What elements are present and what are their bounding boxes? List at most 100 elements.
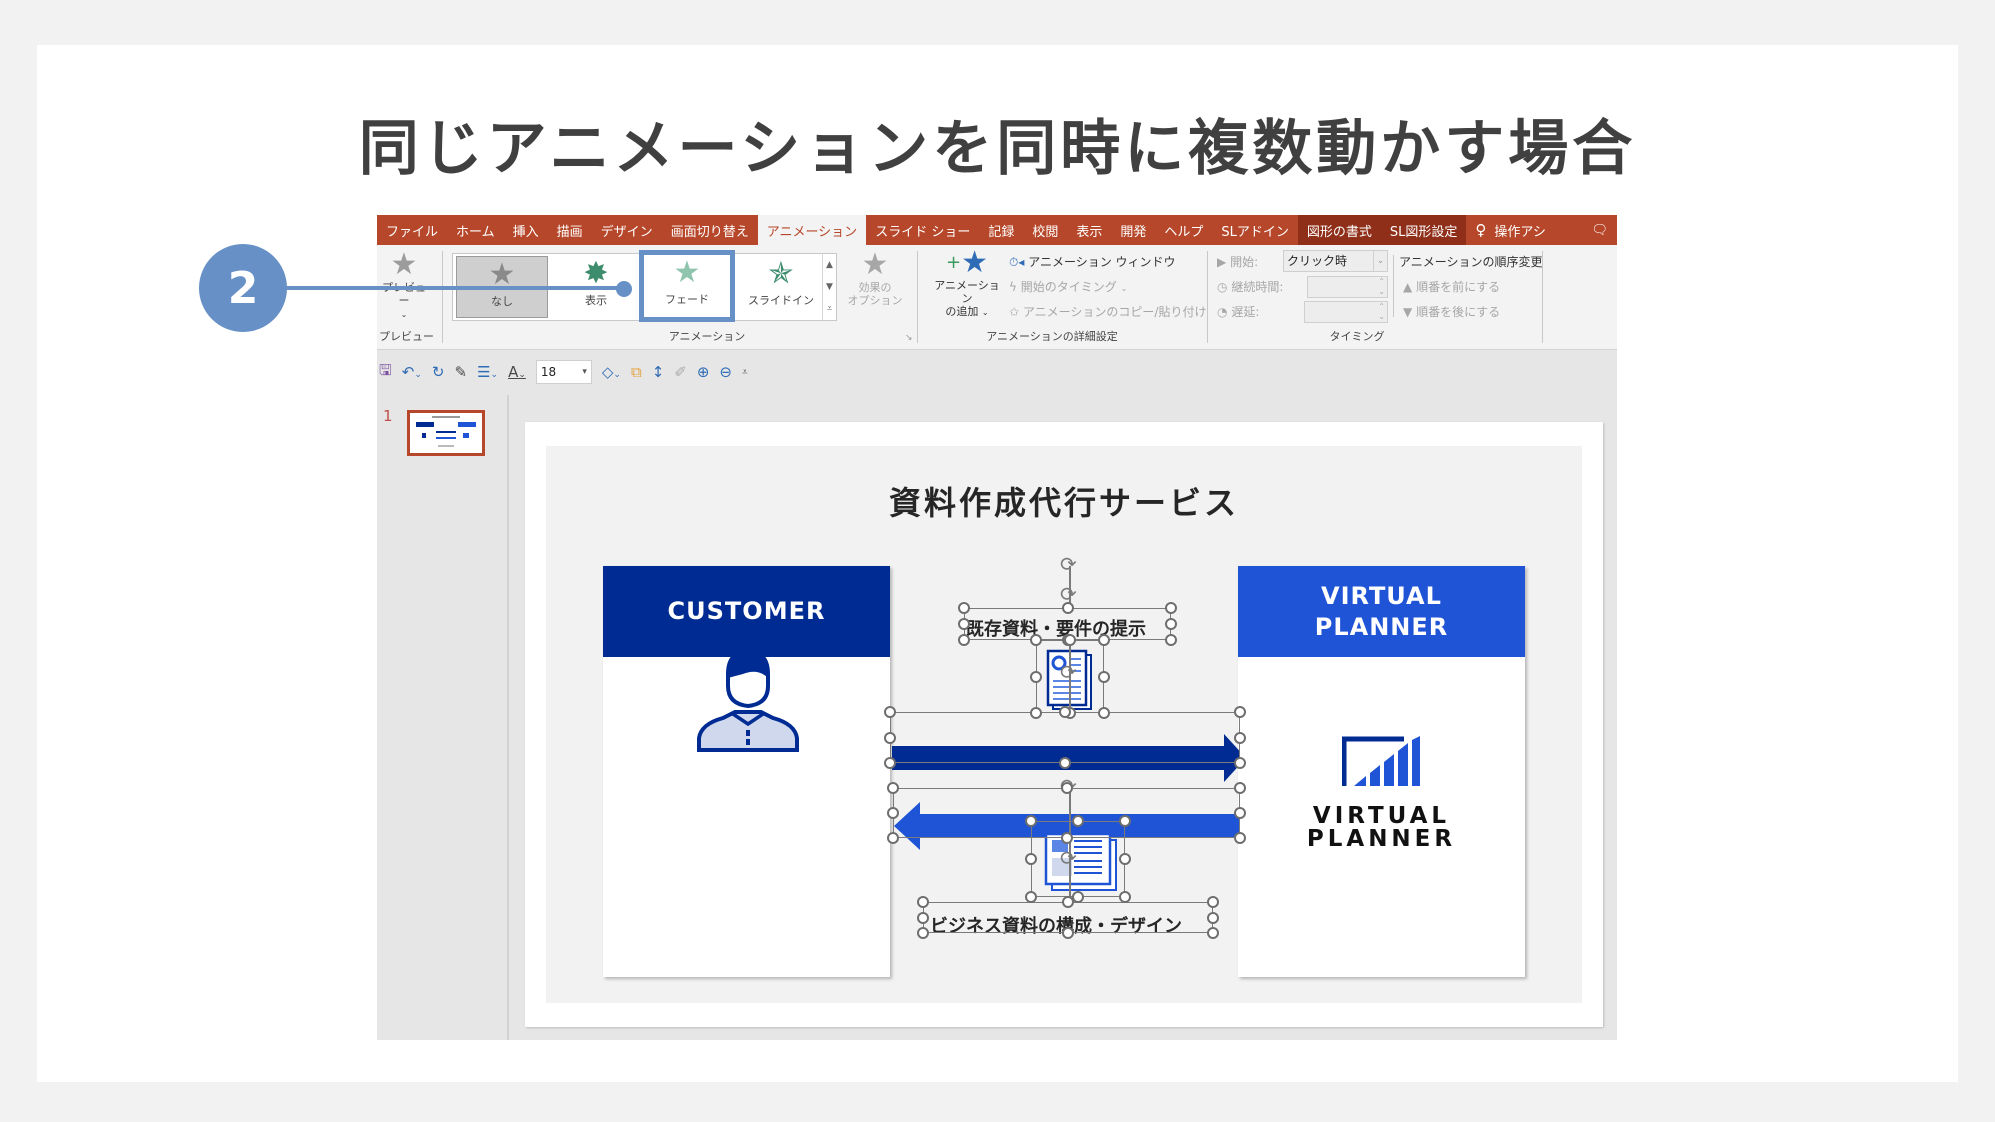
resize-handle[interactable]: [1207, 896, 1219, 908]
resize-handle[interactable]: [884, 706, 896, 718]
resize-handle[interactable]: [1060, 782, 1073, 794]
resize-handle[interactable]: [1234, 782, 1246, 794]
ribbon-tab[interactable]: スライド ショー: [866, 215, 979, 245]
resize-handle[interactable]: [958, 602, 970, 614]
ribbon-tab[interactable]: ファイル: [377, 215, 447, 245]
shapes-icon[interactable]: ◇⌄: [602, 363, 621, 381]
resize-handle[interactable]: [1025, 815, 1037, 827]
gallery-scroll-up[interactable]: ▲: [822, 254, 836, 276]
ribbon-tab[interactable]: アニメーション: [757, 215, 867, 245]
tell-me-search[interactable]: ♀ 操作アシ: [1466, 215, 1554, 245]
gallery-item-fade[interactable]: ★ フェード: [639, 250, 735, 322]
resize-handle[interactable]: [1059, 706, 1071, 718]
rotate-handle-icon[interactable]: ⟳: [1060, 584, 1077, 604]
resize-handle[interactable]: [958, 634, 970, 646]
ribbon-tab[interactable]: ホーム: [447, 215, 504, 245]
resize-handle[interactable]: [958, 618, 970, 630]
comment-icon[interactable]: 🗨: [1582, 215, 1617, 245]
ribbon-tab[interactable]: 開発: [1111, 215, 1155, 245]
resize-handle[interactable]: [1165, 602, 1177, 614]
zoom-out-icon[interactable]: ⊖: [719, 363, 732, 381]
text-height-icon[interactable]: ↕: [652, 363, 665, 381]
resize-handle[interactable]: [1234, 757, 1246, 769]
rotate-handle-icon[interactable]: ⟳: [1060, 662, 1077, 682]
ribbon-tab[interactable]: 描画: [548, 215, 592, 245]
font-color-icon[interactable]: A⌄: [508, 363, 526, 381]
resize-handle[interactable]: [1064, 634, 1076, 646]
resize-handle[interactable]: [1072, 815, 1084, 827]
rotate-handle-icon[interactable]: ⟳: [1060, 554, 1077, 574]
ribbon-tab[interactable]: 画面切り替え: [662, 215, 758, 245]
resize-handle[interactable]: [1234, 832, 1246, 844]
resize-handle[interactable]: [1025, 891, 1037, 903]
resize-handle[interactable]: [1030, 634, 1042, 646]
redo-icon[interactable]: ↻: [432, 363, 445, 381]
ribbon-tab[interactable]: 記録: [979, 215, 1023, 245]
resize-handle[interactable]: [1098, 707, 1110, 719]
resize-handle[interactable]: [887, 832, 899, 844]
trigger-button[interactable]: ϟ 開始のタイミング ⌄: [1009, 278, 1127, 295]
resize-handle[interactable]: [887, 807, 899, 819]
ribbon-tab[interactable]: 表示: [1067, 215, 1111, 245]
resize-handle[interactable]: [917, 911, 929, 924]
resize-handle[interactable]: [1234, 731, 1246, 744]
animation-painter-button[interactable]: ✩ アニメーションのコピー/貼り付け: [1009, 303, 1206, 320]
zoom-in-icon[interactable]: ⊕: [697, 363, 710, 381]
move-later-button[interactable]: ▼ 順番を後にする: [1403, 303, 1500, 320]
resize-handle[interactable]: [1059, 757, 1071, 769]
ribbon-tab[interactable]: SLアドイン: [1212, 215, 1298, 245]
resize-handle[interactable]: [1119, 891, 1131, 903]
ribbon-tab[interactable]: 挿入: [504, 215, 548, 245]
resize-handle[interactable]: [1062, 927, 1074, 939]
preview-button[interactable]: ★ プレビュー ⌄: [379, 249, 429, 321]
animation-pane-button[interactable]: ⏱◂ アニメーション ウィンドウ: [1009, 253, 1176, 270]
bullets-icon[interactable]: ☰⌄: [477, 363, 498, 381]
move-earlier-button[interactable]: ▲ 順番を前にする: [1403, 278, 1500, 295]
resize-handle[interactable]: [1165, 634, 1177, 646]
resize-handle[interactable]: [1030, 670, 1042, 683]
customer-card[interactable]: CUSTOMER: [603, 566, 890, 977]
resize-handle[interactable]: [1119, 815, 1131, 827]
delay-spinner[interactable]: ⌃ ⌄: [1304, 301, 1388, 323]
resize-handle[interactable]: [1098, 634, 1110, 646]
start-select[interactable]: クリック時 ⌄: [1283, 250, 1388, 272]
resize-handle[interactable]: [1207, 911, 1219, 924]
resize-handle[interactable]: [1119, 853, 1131, 865]
gallery-item-fly-in[interactable]: ✯ スライドイン: [735, 256, 827, 318]
ribbon-tab[interactable]: 校閲: [1023, 215, 1067, 245]
virtual-planner-card[interactable]: VIRTUAL PLANNER VIRTUAL PLANNER: [1238, 566, 1525, 977]
slide-title[interactable]: 資料作成代行サービス: [546, 478, 1582, 524]
resize-handle[interactable]: [917, 927, 929, 939]
pane-divider[interactable]: [507, 395, 509, 1040]
slide-thumbnail[interactable]: [407, 410, 485, 456]
resize-handle[interactable]: [1060, 832, 1073, 844]
resize-handle[interactable]: [1030, 707, 1042, 719]
resize-handle[interactable]: [1234, 807, 1246, 819]
gallery-more-button[interactable]: ⩡: [822, 298, 836, 320]
ribbon-tab[interactable]: SL図形設定: [1380, 215, 1467, 245]
disabled-tool-icon[interactable]: ✐: [674, 363, 687, 381]
resize-handle[interactable]: [1207, 927, 1219, 939]
resize-handle[interactable]: [1061, 602, 1074, 614]
format-painter-icon[interactable]: ✎: [454, 363, 467, 381]
resize-handle[interactable]: [1165, 618, 1177, 630]
gallery-scroll-down[interactable]: ▼: [822, 276, 836, 298]
resize-handle[interactable]: [884, 731, 896, 744]
resize-handle[interactable]: [917, 896, 929, 908]
ribbon-tab[interactable]: 図形の書式: [1297, 215, 1381, 245]
add-animation-button[interactable]: +★ アニメーション の追加 ⌄: [930, 247, 1004, 319]
rotate-handle-icon[interactable]: ⟳: [1060, 848, 1077, 868]
resize-handle[interactable]: [1025, 853, 1037, 865]
resize-handle[interactable]: [1062, 896, 1074, 908]
arrange-icon[interactable]: ⧉: [631, 363, 642, 381]
resize-handle[interactable]: [1098, 670, 1110, 683]
save-icon[interactable]: 🖫: [379, 360, 392, 385]
resize-handle[interactable]: [1234, 706, 1246, 718]
resize-handle[interactable]: [887, 782, 899, 794]
ribbon-tab[interactable]: ヘルプ: [1155, 215, 1212, 245]
duration-spinner[interactable]: ⌃ ⌄: [1307, 276, 1388, 298]
undo-icon[interactable]: ↶⌄: [402, 363, 422, 381]
customize-qat-icon[interactable]: ⩡: [742, 367, 748, 378]
ribbon-tab[interactable]: デザイン: [592, 215, 662, 245]
font-size-select[interactable]: 18 ▾: [535, 360, 592, 384]
